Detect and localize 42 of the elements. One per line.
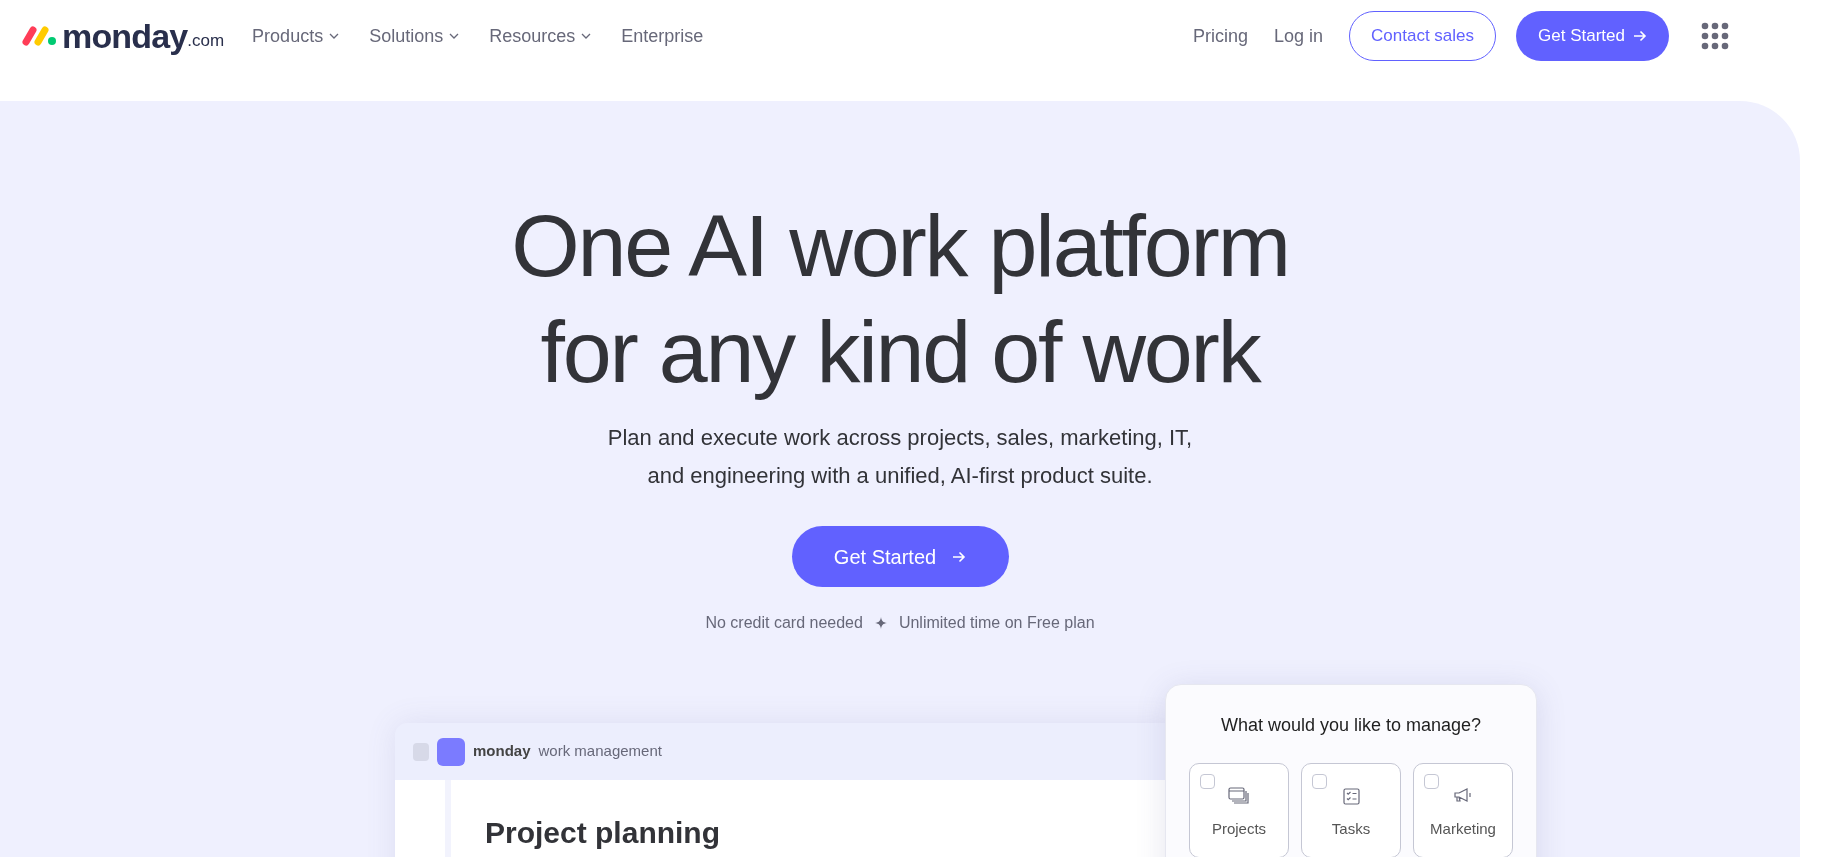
preview-product: work management xyxy=(538,741,662,762)
option-tile[interactable]: Marketing xyxy=(1413,763,1513,857)
chevron-down-icon xyxy=(581,33,592,39)
apps-grid-icon[interactable] xyxy=(1701,22,1729,50)
nav-link[interactable]: Log in xyxy=(1274,22,1324,50)
chevron-down-icon xyxy=(449,33,460,39)
nav-link[interactable]: Resources xyxy=(489,22,592,50)
note-text: No credit card needed xyxy=(705,613,863,633)
hero-title: One AI work platform xyxy=(511,195,1289,297)
note-text: Unlimited time on Free plan xyxy=(898,613,1095,633)
chevron-down-icon xyxy=(329,33,340,39)
hero-subtitle: Plan and execute work across projects, sales, marketing, IT, xyxy=(607,424,1193,452)
option-tile[interactable]: Tasks xyxy=(1301,763,1401,857)
card-question: What would you like to manage? xyxy=(1220,714,1482,737)
option-tile[interactable]: Projects xyxy=(1189,763,1289,857)
option-checkbox[interactable] xyxy=(1312,774,1327,789)
contact-sales-button[interactable]: Contact sales xyxy=(1349,11,1497,61)
logo-wordmark[interactable]: monday xyxy=(62,19,188,53)
hero-title: for any kind of work xyxy=(540,301,1260,403)
arrow-right-icon xyxy=(1633,30,1647,42)
nav-link[interactable]: Products xyxy=(252,22,340,50)
checklist-icon xyxy=(1342,787,1360,805)
nav-link[interactable]: Solutions xyxy=(369,22,460,50)
arrow-right-icon xyxy=(952,550,967,563)
option-label: Tasks xyxy=(1331,819,1371,839)
hero-subtitle: and engineering with a unified, AI-first product suite. xyxy=(647,462,1153,490)
stacked-windows-icon xyxy=(1228,787,1250,805)
nav-link[interactable]: Enterprise xyxy=(621,22,704,50)
option-label: Marketing xyxy=(1430,819,1496,839)
get-started-button[interactable]: Get Started xyxy=(791,526,1009,587)
option-checkbox[interactable] xyxy=(1424,774,1439,789)
get-started-button[interactable]: Get Started xyxy=(1516,11,1669,61)
nav-link[interactable]: Pricing xyxy=(1193,22,1248,50)
logo-icon xyxy=(22,26,58,46)
sparkle-icon xyxy=(874,617,887,629)
megaphone-icon xyxy=(1453,788,1473,804)
board-title: Project planning xyxy=(485,816,721,849)
logo-suffix: .com xyxy=(187,31,225,51)
option-label: Projects xyxy=(1211,819,1267,839)
app-logo-icon xyxy=(437,737,465,766)
preview-brand: monday xyxy=(473,741,531,762)
option-checkbox[interactable] xyxy=(1200,774,1215,789)
